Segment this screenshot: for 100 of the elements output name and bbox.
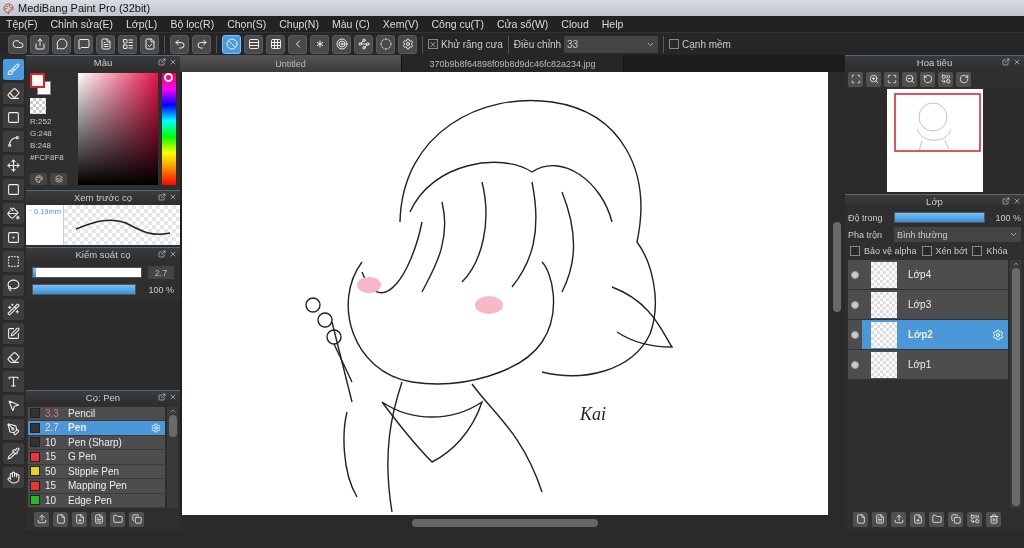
toolbar-button[interactable] [192,34,211,54]
copy-button[interactable] [129,511,144,527]
brush-item[interactable]: 15 Mapping Pen [28,479,165,494]
toolbar-button[interactable] [30,34,49,54]
tool-button[interactable] [2,443,24,464]
layer-row[interactable]: Lớp3 [848,290,1008,320]
close-icon[interactable] [169,392,177,401]
zoom-fit-button[interactable] [848,71,863,87]
close-icon[interactable] [1013,197,1021,205]
toolbar-button[interactable] [332,34,351,54]
toolbar-button[interactable] [96,34,115,54]
toolbar-button[interactable] [266,34,285,54]
toolbar-button[interactable] [52,34,71,54]
vertical-scrollbar[interactable] [828,72,845,515]
toolbar-button[interactable] [310,34,329,54]
menu-item[interactable]: Tệp(F) [6,18,38,30]
undock-icon[interactable] [158,58,166,66]
checkbox[interactable] [972,246,983,256]
document-tab[interactable]: Untitled [180,55,402,72]
zoom-out-button[interactable] [902,71,917,87]
document-tab[interactable]: 370b9b8f64898f09b8d9dc46fc82a234.jpg [402,55,624,72]
scrollbar-thumb[interactable] [1011,268,1020,506]
settings-icon[interactable] [992,329,1004,341]
toolbar-button[interactable] [288,34,307,54]
tool-button[interactable] [2,323,24,344]
checkbox[interactable] [428,39,438,49]
palette-button[interactable] [30,173,47,185]
menu-item[interactable]: Lớp(L) [125,18,158,30]
new-brush-button[interactable] [53,511,68,527]
tool-button[interactable] [2,203,24,224]
tool-button[interactable] [2,419,24,440]
menu-item[interactable]: Help [601,18,624,30]
new-layer-button[interactable] [853,511,868,527]
size-slider[interactable] [32,267,142,278]
close-icon[interactable] [169,250,177,258]
toolbar-button[interactable] [398,34,417,54]
transparent-swatch[interactable] [30,98,46,114]
visibility-icon[interactable] [851,301,859,309]
brush-settings-button[interactable] [91,511,106,527]
menu-item[interactable]: Cửa sổ(W) [496,18,549,30]
menu-item[interactable]: Xem(V) [382,18,419,30]
delete-layer-button[interactable] [986,511,1001,527]
scrollbar-thumb[interactable] [412,518,598,527]
rotate-left-button[interactable] [920,71,935,87]
horizontal-scrollbar[interactable] [180,515,845,530]
menu-item[interactable]: Công cụ(T) [431,18,484,30]
toolbar-button[interactable] [170,34,189,54]
tool-button[interactable] [2,155,24,176]
brush-item[interactable]: 3.3 Pencil [28,406,165,421]
undock-icon[interactable] [158,392,166,401]
undock-icon[interactable] [158,250,166,258]
tool-button[interactable] [2,107,24,128]
close-icon[interactable] [169,193,177,201]
toolbar-button[interactable] [8,34,27,54]
drawing-canvas[interactable]: Kai [182,72,828,515]
folder-button[interactable] [110,511,125,527]
scrollbar-thumb[interactable] [168,414,177,437]
upload-button[interactable] [34,511,49,527]
tool-button[interactable] [2,299,24,320]
toolbar-button[interactable] [376,34,395,54]
checkbox[interactable] [850,246,860,256]
color-mode-button[interactable] [50,173,67,185]
menu-item[interactable]: Bộ lọc(R) [170,18,215,30]
menu-item[interactable]: Chỉnh sửa(E) [50,18,113,30]
menu-item[interactable]: Màu (C) [331,18,370,30]
add-layer-button[interactable] [910,511,925,527]
new-halftone-layer-button[interactable] [872,511,887,527]
color-swatches[interactable] [30,73,54,95]
tool-button[interactable] [2,83,24,104]
size-value[interactable]: 2.7 [148,266,174,279]
visibility-icon[interactable] [851,271,859,279]
tool-button[interactable] [2,131,24,152]
menu-item[interactable]: Cloud [561,18,589,30]
fit-window-button[interactable] [884,71,899,87]
tool-button[interactable] [2,227,24,248]
reset-view-button[interactable] [938,71,953,87]
color-field[interactable] [78,73,158,185]
checkbox[interactable] [921,246,932,256]
tool-button[interactable] [2,347,24,368]
tool-button[interactable] [2,371,24,392]
toolbar-button[interactable] [222,34,241,54]
toolbar-button[interactable] [354,34,373,54]
layer-row[interactable]: Lớp1 [848,350,1008,380]
scrollbar[interactable] [167,406,178,508]
merge-layer-button[interactable] [967,511,982,527]
rotate-right-button[interactable] [956,71,971,87]
close-icon[interactable] [169,58,177,66]
visibility-icon[interactable] [851,331,859,339]
tool-button[interactable] [2,59,24,80]
blend-mode-dropdown[interactable]: Bình thường [894,227,1021,242]
tool-button[interactable] [2,251,24,272]
import-layer-button[interactable] [891,511,906,527]
tool-button[interactable] [2,395,24,416]
toolbar-button[interactable] [244,34,263,54]
zoom-in-button[interactable] [866,71,881,87]
add-brush-button[interactable] [72,511,87,527]
toolbar-button[interactable] [118,34,137,54]
toolbar-button[interactable] [140,34,159,54]
adjust-dropdown[interactable]: 33 [564,35,659,53]
tool-button[interactable] [2,179,24,200]
